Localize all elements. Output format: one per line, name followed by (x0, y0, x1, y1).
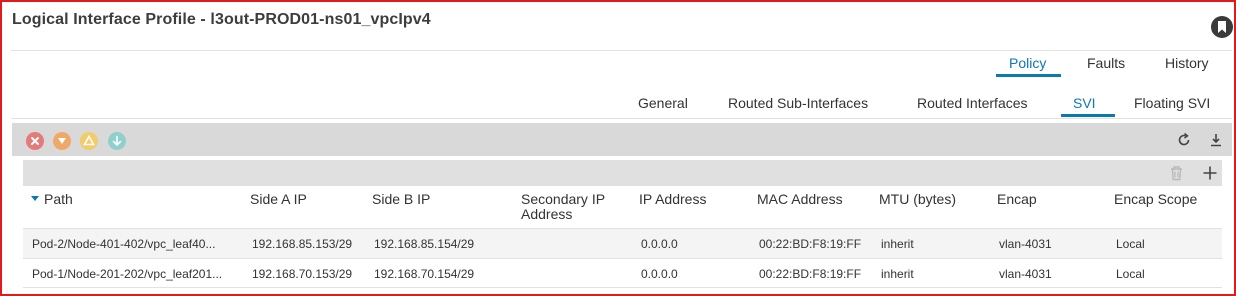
trash-icon[interactable] (1169, 165, 1184, 186)
cell-side-a-ip: 192.168.85.153/29 (252, 237, 353, 251)
cell-encap-scope: Local (1116, 267, 1145, 281)
cell-path: Pod-2/Node-401-402/vpc_leaf40... (32, 237, 216, 251)
header-divider (11, 50, 1232, 51)
plus-icon[interactable] (1202, 165, 1218, 186)
tab-svi[interactable]: SVI (1073, 95, 1096, 111)
column-header-ip-address[interactable]: IP Address (639, 192, 706, 207)
column-header-path[interactable]: Path (44, 192, 73, 207)
column-header-side-b-ip[interactable]: Side B IP (372, 192, 430, 207)
minor-fault-icon[interactable] (80, 132, 98, 150)
column-header-mtu[interactable]: MTU (bytes) (879, 192, 956, 207)
cell-path: Pod-1/Node-201-202/vpc_leaf201... (32, 267, 223, 281)
table-header: Path Side A IP Side B IP Secondary IP Ad… (23, 188, 1222, 228)
tab-svi-underline (1061, 114, 1115, 117)
column-header-secondary-ip[interactable]: Secondary IP Address (521, 192, 605, 222)
major-fault-icon[interactable] (53, 132, 71, 150)
table-action-bar (23, 160, 1222, 186)
column-header-encap-scope[interactable]: Encap Scope (1114, 192, 1197, 207)
cell-side-a-ip: 192.168.70.153/29 (252, 267, 353, 281)
refresh-icon[interactable] (1176, 132, 1192, 153)
table-row[interactable]: Pod-1/Node-201-202/vpc_leaf201... 192.16… (23, 258, 1222, 288)
tab-routed-sub-interfaces[interactable]: Routed Sub-Interfaces (728, 95, 868, 111)
sub-tab-bar: General Routed Sub-Interfaces Routed Int… (0, 94, 1236, 120)
column-header-encap[interactable]: Encap (997, 192, 1037, 207)
cell-encap: vlan-4031 (999, 237, 1052, 251)
cell-ip-address: 0.0.0.0 (641, 267, 678, 281)
tab-policy[interactable]: Policy (1009, 55, 1046, 71)
tab-history[interactable]: History (1165, 55, 1209, 71)
top-tab-bar: Policy Faults History (0, 54, 1236, 80)
cell-side-b-ip: 192.168.70.154/29 (374, 267, 475, 281)
tab-general[interactable]: General (638, 95, 688, 111)
cell-mac-address: 00:22:BD:F8:19:FF (759, 237, 862, 251)
cell-encap: vlan-4031 (999, 267, 1052, 281)
tab-routed-interfaces[interactable]: Routed Interfaces (917, 95, 1028, 111)
cell-mac-address: 00:22:BD:F8:19:FF (759, 267, 862, 281)
cell-encap-scope: Local (1116, 237, 1145, 251)
tab-policy-underline (996, 74, 1061, 77)
table-row[interactable]: Pod-2/Node-401-402/vpc_leaf40... 192.168… (23, 228, 1222, 258)
tab-faults[interactable]: Faults (1087, 55, 1125, 71)
fault-toolbar (12, 123, 1232, 156)
bookmark-icon[interactable] (1211, 16, 1233, 38)
tabs-divider (11, 118, 1232, 119)
critical-fault-icon[interactable] (26, 132, 44, 150)
sort-desc-icon[interactable] (31, 196, 39, 201)
warning-fault-icon[interactable] (108, 132, 126, 150)
cell-mtu: inherit (881, 267, 914, 281)
column-header-mac-address[interactable]: MAC Address (757, 192, 843, 207)
download-icon[interactable] (1208, 132, 1224, 153)
tab-floating-svi[interactable]: Floating SVI (1134, 95, 1210, 111)
cell-side-b-ip: 192.168.85.154/29 (374, 237, 475, 251)
cell-mtu: inherit (881, 237, 914, 251)
cell-ip-address: 0.0.0.0 (641, 237, 678, 251)
column-header-side-a-ip[interactable]: Side A IP (250, 192, 307, 207)
page-title: Logical Interface Profile - l3out-PROD01… (12, 11, 431, 28)
